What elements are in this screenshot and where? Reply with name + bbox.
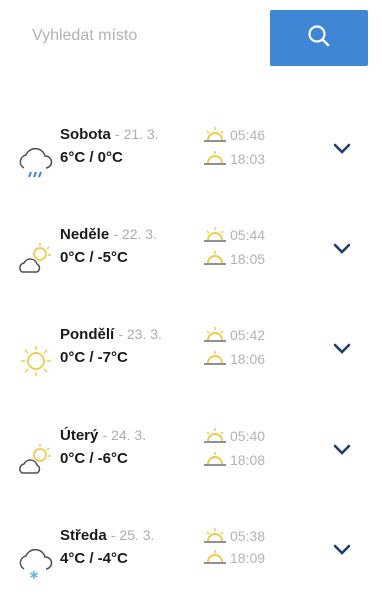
- sunrise-time: 05:38: [230, 528, 266, 544]
- day-name: Pondělí: [60, 326, 115, 343]
- day-temperature: 0°C / -7°C: [60, 349, 128, 366]
- search-icon: [306, 23, 332, 54]
- day-date: - 25. 3.: [110, 527, 155, 543]
- chevron-down-icon[interactable]: [330, 338, 354, 360]
- sunrise-icon: [202, 427, 228, 445]
- sunrise-icon: [202, 527, 228, 545]
- day-name: Středa: [60, 527, 107, 544]
- day-title: Sobota - 21. 3.: [60, 126, 159, 143]
- sunset-icon: [202, 150, 228, 168]
- partly-cloudy-icon: [16, 240, 56, 280]
- chevron-down-icon[interactable]: [330, 439, 354, 461]
- forecast-row-utery[interactable]: Úterý - 24. 3. 0°C / -6°C 05:40 18:08: [0, 427, 381, 497]
- sunset-icon: [202, 250, 228, 268]
- sunrise-row: 05:44: [202, 224, 265, 246]
- sunset-row: 18:09: [202, 547, 265, 569]
- search-bar: [0, 0, 381, 80]
- day-date: - 24. 3.: [102, 427, 147, 443]
- sunrise-time: 05:46: [230, 127, 266, 143]
- cloud-rain-icon: [16, 140, 56, 180]
- day-date: - 22. 3.: [113, 226, 157, 242]
- sun-times: 05:44 18:05: [202, 224, 302, 276]
- day-title: Pondělí - 23. 3.: [60, 326, 162, 343]
- day-name: Úterý: [60, 427, 99, 444]
- day-temperature: 0°C / -6°C: [60, 450, 128, 467]
- search-button[interactable]: [270, 10, 368, 66]
- day-temperature: 6°C / 0°C: [60, 149, 123, 166]
- sun-times: 05:46 18:03: [202, 124, 302, 176]
- day-temperature: 4°C / -4°C: [60, 550, 128, 567]
- sunrise-row: 05:38: [202, 525, 265, 547]
- sunset-time: 18:03: [230, 151, 266, 167]
- sunrise-time: 05:40: [230, 428, 266, 444]
- partly-cloudy-icon: [16, 441, 56, 481]
- chevron-down-icon[interactable]: [330, 138, 354, 160]
- sunset-row: 18:08: [202, 449, 265, 471]
- sunset-time: 18:09: [230, 550, 266, 566]
- day-name: Sobota: [60, 126, 111, 143]
- sunrise-icon: [202, 326, 228, 344]
- sunrise-time: 05:44: [230, 227, 266, 243]
- sun-times: 05:40 18:08: [202, 425, 302, 477]
- sunrise-row: 05:40: [202, 425, 265, 447]
- sunrise-row: 05:42: [202, 324, 265, 346]
- sunset-icon: [202, 350, 228, 368]
- forecast-row-nedele[interactable]: Neděle - 22. 3. 0°C / -5°C 05:44 18:05: [0, 226, 381, 296]
- sun-times: 05:38 18:09: [202, 525, 302, 577]
- sunset-time: 18:08: [230, 452, 266, 468]
- sunrise-row: 05:46: [202, 124, 265, 146]
- day-temperature: 0°C / -5°C: [60, 249, 128, 266]
- day-title: Úterý - 24. 3.: [60, 427, 146, 444]
- sunrise-icon: [202, 126, 228, 144]
- day-name: Neděle: [60, 226, 110, 243]
- day-title: Neděle - 22. 3.: [60, 226, 157, 243]
- sunset-row: 18:06: [202, 348, 265, 370]
- sunset-time: 18:06: [230, 351, 266, 367]
- sunset-icon: [202, 549, 228, 567]
- search-input[interactable]: [18, 18, 262, 54]
- sunrise-time: 05:42: [230, 327, 266, 343]
- sunset-time: 18:05: [230, 251, 266, 267]
- sunset-row: 18:03: [202, 148, 265, 170]
- cloud-snow-icon: [16, 541, 56, 581]
- chevron-down-icon[interactable]: [330, 539, 354, 561]
- sunrise-icon: [202, 226, 228, 244]
- day-date: - 23. 3.: [118, 326, 162, 342]
- day-date: - 21. 3.: [115, 126, 159, 142]
- forecast-row-pondeli[interactable]: Pondělí - 23. 3. 0°C / -7°C 05:42 18:06: [0, 326, 381, 396]
- chevron-down-icon[interactable]: [330, 238, 354, 260]
- sun-icon: [16, 340, 56, 380]
- sunset-row: 18:05: [202, 248, 265, 270]
- sun-times: 05:42 18:06: [202, 324, 302, 376]
- forecast-row-sobota[interactable]: Sobota - 21. 3. 6°C / 0°C 05:46 18:03: [0, 126, 381, 196]
- sunset-icon: [202, 451, 228, 469]
- forecast-row-streda[interactable]: Středa - 25. 3. 4°C / -4°C 05:38 18:09: [0, 527, 381, 597]
- day-title: Středa - 25. 3.: [60, 527, 154, 544]
